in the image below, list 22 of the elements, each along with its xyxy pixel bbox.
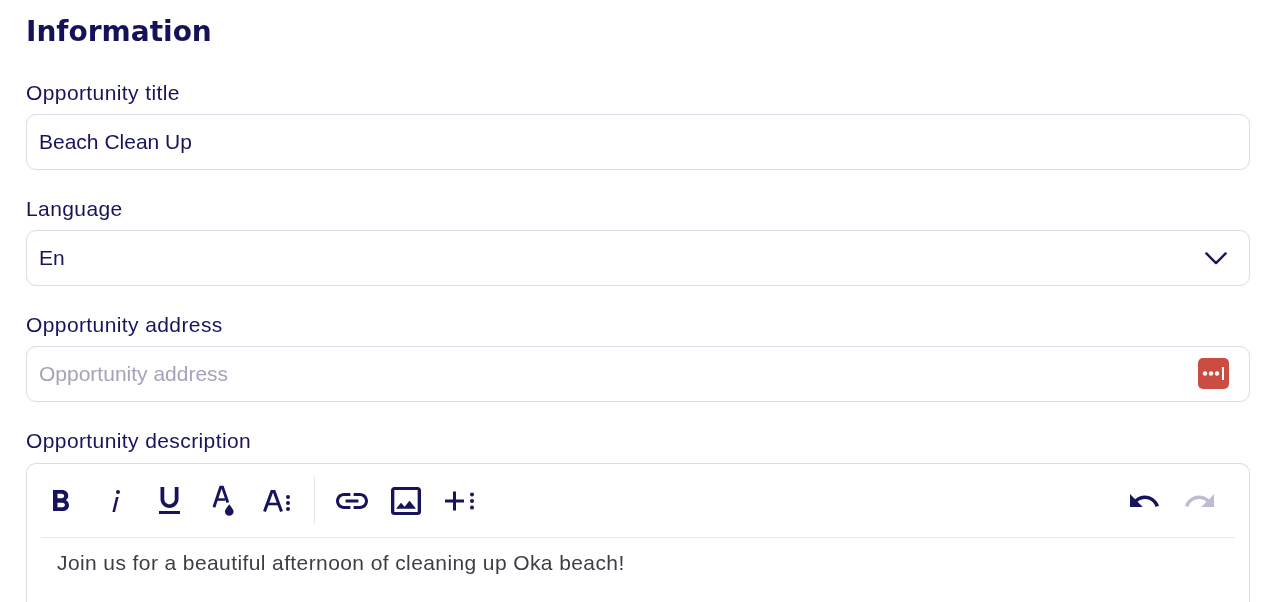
- undo-icon: [1129, 494, 1159, 507]
- password-manager-icon[interactable]: [1198, 358, 1229, 389]
- field-label: Opportunity description: [26, 429, 252, 453]
- font-size-icon: [263, 489, 291, 512]
- field-label: Opportunity title: [26, 81, 180, 105]
- image-icon: [391, 486, 421, 515]
- link-icon: [336, 492, 368, 509]
- underline-icon: [158, 487, 180, 514]
- field-label: Language: [26, 197, 123, 221]
- editor-text: Join us for a beautiful afternoon of cleaning up Oka beach!: [56, 551, 625, 575]
- input-field[interactable]: Beach Clean Up: [26, 114, 1250, 170]
- input-field[interactable]: Opportunity address: [26, 346, 1250, 402]
- text-color-icon: [211, 485, 235, 516]
- redo-icon: [1184, 494, 1214, 507]
- page-heading: Information: [26, 14, 212, 50]
- dropdown-field[interactable]: En: [26, 230, 1250, 286]
- chevron-down-icon: [1205, 251, 1227, 265]
- bold-icon: [53, 490, 69, 511]
- italic-icon: [110, 489, 120, 512]
- rich-text-editor[interactable]: Join us for a beautiful afternoon of cleaning up Oka beach!: [26, 463, 1250, 602]
- plus-icon: [445, 489, 475, 512]
- field-label: Opportunity address: [26, 313, 223, 337]
